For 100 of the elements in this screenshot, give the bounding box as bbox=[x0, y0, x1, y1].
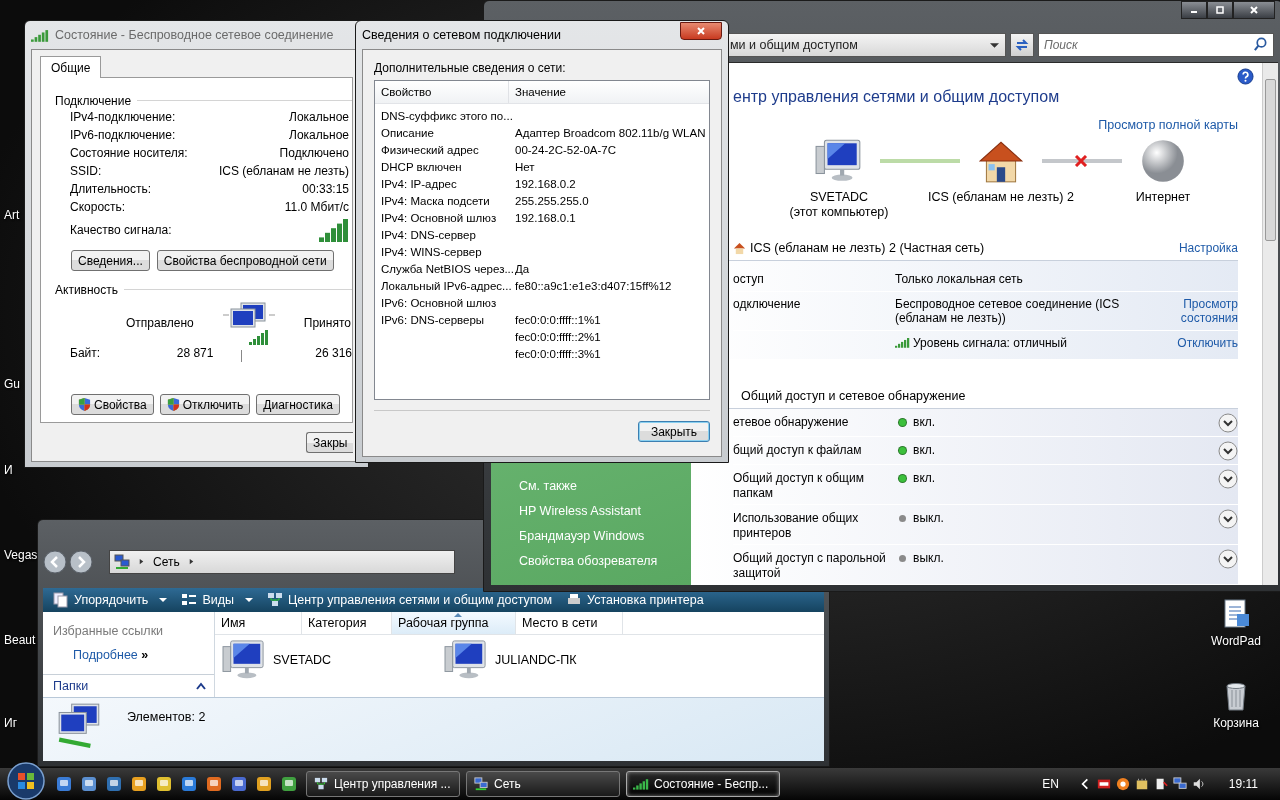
desktop-icon-label[interactable]: Иг bbox=[4, 716, 17, 730]
property-cell-text: DHCP включен bbox=[380, 160, 463, 173]
expand-button[interactable] bbox=[1218, 441, 1238, 461]
dialog-button[interactable]: Отключить bbox=[159, 394, 251, 415]
taskbar-button[interactable]: Центр управления ... bbox=[306, 771, 460, 797]
clock[interactable]: 19:11 bbox=[1228, 777, 1258, 791]
network-icon[interactable] bbox=[1172, 777, 1187, 791]
desktop-icon-label[interactable]: Корзина bbox=[1213, 716, 1259, 730]
close-button[interactable]: Закрыть bbox=[638, 421, 710, 442]
setting-label: етевое обнаружение bbox=[733, 415, 850, 430]
toolbar-button[interactable]: Установка принтера bbox=[566, 592, 704, 608]
tray-icon[interactable] bbox=[1134, 777, 1149, 791]
tab[interactable]: Общие bbox=[40, 56, 102, 78]
close-button[interactable] bbox=[1233, 1, 1275, 19]
signal-bars-icon bbox=[895, 337, 910, 349]
section-heading: Общий доступ и сетевое обнаружение bbox=[740, 388, 967, 405]
expand-button[interactable] bbox=[1218, 549, 1238, 569]
sent-label: Отправлено bbox=[126, 316, 194, 330]
taskbar-button[interactable]: Сеть bbox=[466, 771, 620, 797]
setting-label: Общий доступ с парольной защитой bbox=[733, 551, 887, 581]
app-icon[interactable] bbox=[81, 776, 97, 792]
details-link[interactable]: Подробнее » bbox=[43, 648, 214, 670]
full-map-link[interactable]: Просмотр полной карты bbox=[1098, 118, 1238, 132]
value-cell-text: Адаптер Broadcom 802.11b/g WLAN bbox=[514, 126, 707, 139]
dialog-button[interactable]: Свойства беспроводной сети bbox=[156, 250, 334, 271]
app-icon[interactable] bbox=[181, 776, 197, 792]
column-header[interactable]: Значение bbox=[509, 81, 709, 103]
toolbar-button[interactable]: Центр управления сетями и общим доступом bbox=[267, 592, 553, 608]
close-icon bbox=[1249, 5, 1259, 15]
pages-icon bbox=[53, 592, 69, 608]
action-link[interactable]: Отключить bbox=[1176, 335, 1238, 350]
close-button[interactable] bbox=[680, 22, 722, 40]
tray-icon[interactable] bbox=[1115, 777, 1130, 791]
column-header[interactable]: Свойство bbox=[375, 81, 509, 103]
shield-icon bbox=[78, 397, 91, 412]
expand-button[interactable] bbox=[1218, 509, 1238, 529]
desktop-icon-label[interactable]: Art bbox=[4, 208, 20, 222]
expand-button[interactable] bbox=[1218, 413, 1238, 433]
maximize-button[interactable] bbox=[1207, 1, 1233, 19]
desktop-icon-label[interactable]: Vegas bbox=[4, 548, 38, 562]
dialog-button[interactable]: Свойства bbox=[71, 394, 154, 415]
app-icon[interactable] bbox=[206, 776, 222, 792]
dialog-button[interactable]: Диагностика bbox=[256, 394, 340, 415]
taskbar-button[interactable]: Состояние - Беспр... bbox=[626, 771, 780, 797]
network-icon bbox=[114, 553, 130, 570]
address-bar[interactable]: Сеть bbox=[109, 549, 455, 574]
toolbar-button[interactable]: Упорядочить bbox=[53, 592, 168, 608]
field-value: Локальное bbox=[289, 128, 349, 142]
field-label: Качество сигнала: bbox=[70, 223, 172, 237]
property-cell-text: IPv4: DNS-сервер bbox=[380, 228, 477, 241]
network-icon bbox=[313, 777, 329, 791]
desktop-icon-label[interactable]: Beaut bbox=[4, 633, 36, 647]
app-icon[interactable] bbox=[56, 776, 72, 792]
column-header[interactable]: Имя bbox=[215, 612, 302, 634]
search-field[interactable]: Поиск bbox=[1038, 33, 1274, 57]
app-icon[interactable] bbox=[131, 776, 147, 792]
field-label: одключение bbox=[733, 296, 802, 311]
computer-name[interactable]: JULIANDC-ПК bbox=[495, 653, 577, 667]
desktop-icon-label[interactable]: Gu bbox=[4, 377, 20, 391]
setting-status: вкл. bbox=[913, 471, 936, 485]
tray-icon[interactable] bbox=[1096, 777, 1111, 791]
value-cell-text: fec0:0:0:ffff::1%1 bbox=[514, 313, 602, 326]
forward-button[interactable] bbox=[69, 549, 93, 574]
toolbar-button[interactable]: Виды bbox=[181, 592, 253, 608]
caret-icon bbox=[245, 596, 253, 604]
setting-status: вкл. bbox=[913, 443, 936, 457]
pane-heading: См. также bbox=[519, 478, 578, 495]
help-icon[interactable] bbox=[1237, 68, 1254, 85]
computer-name[interactable]: SVETADC bbox=[273, 653, 332, 667]
column-header[interactable]: Рабочая группа bbox=[392, 612, 516, 634]
app-icon[interactable] bbox=[231, 776, 247, 792]
close-button[interactable]: Закры bbox=[306, 432, 353, 453]
desktop-icon-label[interactable]: WordPad bbox=[1211, 634, 1261, 648]
app-icon[interactable] bbox=[156, 776, 172, 792]
back-button[interactable] bbox=[43, 549, 67, 574]
app-icon[interactable] bbox=[256, 776, 272, 792]
computer-icon[interactable] bbox=[221, 639, 267, 681]
language-indicator[interactable]: EN bbox=[1042, 777, 1059, 791]
sort-arrow-icon bbox=[453, 613, 462, 617]
action-link[interactable]: Просмотр состояния bbox=[1176, 296, 1238, 325]
property-cell-text: IPv4: WINS-сервер bbox=[380, 245, 483, 258]
network-icon bbox=[267, 592, 283, 608]
value-cell-text: fec0:0:0:ffff::3%1 bbox=[514, 347, 602, 360]
speaker-icon[interactable] bbox=[1191, 777, 1206, 791]
dialog-button[interactable]: Сведения... bbox=[71, 250, 150, 271]
column-header[interactable]: Место в сети bbox=[516, 612, 623, 634]
value-cell-text: 192.168.0.1 bbox=[514, 211, 577, 224]
computer-icon[interactable] bbox=[443, 639, 489, 681]
start-button[interactable] bbox=[6, 761, 46, 800]
scrollbar[interactable] bbox=[1262, 63, 1278, 585]
setting-status: вкл. bbox=[913, 415, 936, 429]
customize-link[interactable]: Настройка bbox=[1178, 241, 1238, 256]
desktop-icon-label[interactable]: И bbox=[4, 463, 13, 477]
setting-label: Общий доступ к общим папкам bbox=[733, 471, 865, 501]
refresh-button[interactable] bbox=[1010, 33, 1034, 57]
app-icon[interactable] bbox=[281, 776, 297, 792]
app-icon[interactable] bbox=[106, 776, 122, 792]
expand-button[interactable] bbox=[1218, 469, 1238, 489]
value-cell-text: Нет bbox=[514, 160, 536, 173]
minimize-button[interactable] bbox=[1181, 1, 1207, 19]
